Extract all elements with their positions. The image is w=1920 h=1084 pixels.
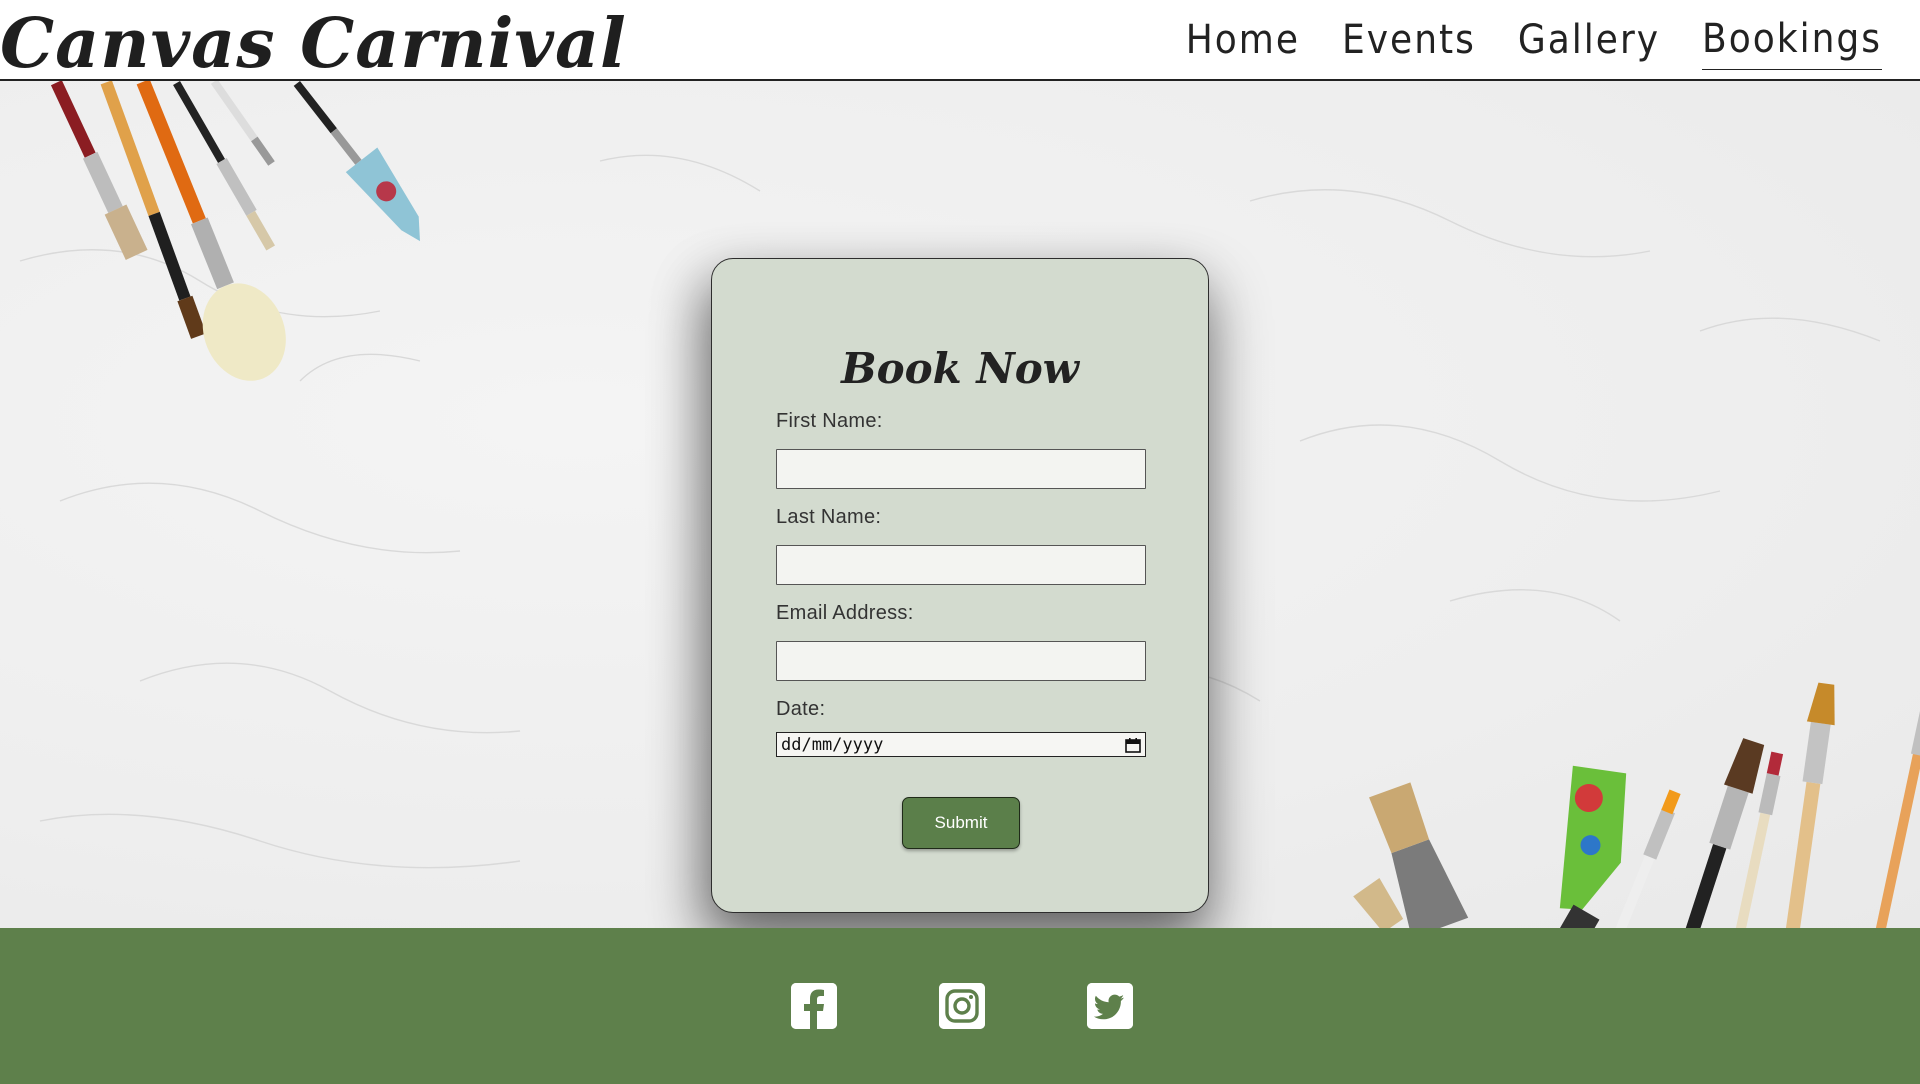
form-title: Book Now [841,344,1079,393]
nav-bookings-link[interactable]: Bookings [1702,10,1882,70]
booking-form-card: Book Now First Name: Last Name: Email Ad… [711,258,1209,913]
facebook-icon[interactable] [791,983,837,1029]
first-name-input[interactable] [776,449,1146,489]
email-label: Email Address: [776,602,914,624]
nav-events-link[interactable]: Events [1342,10,1476,70]
instagram-icon[interactable] [939,983,985,1029]
site-header: Canvas Carnival Home Events Gallery Book… [0,0,1920,84]
email-input[interactable] [776,641,1146,681]
date-placeholder: dd/mm/yyyy [781,734,884,755]
submit-button[interactable]: Submit [902,797,1020,849]
date-label: Date: [776,698,826,720]
last-name-label: Last Name: [776,506,882,528]
first-name-label: First Name: [776,410,883,432]
twitter-icon[interactable] [1087,983,1133,1029]
hero-background: Book Now First Name: Last Name: Email Ad… [0,81,1920,928]
last-name-input[interactable] [776,545,1146,585]
nav-gallery-link[interactable]: Gallery [1518,10,1660,70]
nav-home-link[interactable]: Home [1186,10,1300,70]
site-logo[interactable]: Canvas Carnival [0,2,627,86]
brushes-top-left [50,81,420,381]
main-nav: Home Events Gallery Bookings [1186,10,1882,70]
brushes-bottom-right [1353,682,1920,928]
date-input[interactable]: dd/mm/yyyy [776,732,1146,757]
calendar-icon[interactable] [1125,737,1141,753]
site-footer [0,928,1920,1084]
